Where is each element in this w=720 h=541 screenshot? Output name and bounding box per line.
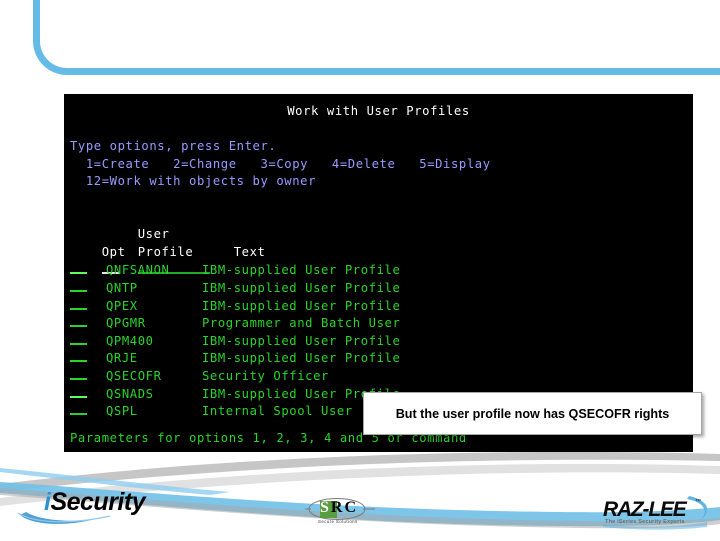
cell-user-profile: QNFSANON — [106, 263, 170, 278]
opt-input-qspl[interactable] — [70, 402, 106, 421]
callout-text: But the user profile now has QSECOFR rig… — [395, 406, 670, 421]
logo-razlee: RAZ-LEE ™ The iSeries Security Experts — [603, 494, 713, 530]
callout-box: But the user profile now has QSECOFR rig… — [363, 392, 702, 435]
opt-input-qpgmr[interactable] — [70, 314, 106, 333]
table-row[interactable]: QPEX IBM-supplied User Profile — [64, 297, 693, 315]
table-row[interactable]: QPM400 IBM-supplied User Profile — [64, 332, 693, 350]
opt-field-underline — [70, 261, 87, 275]
opt-input-qntp[interactable] — [70, 279, 106, 298]
src-letter-s: S — [320, 499, 331, 516]
cell-text: IBM-supplied User Profile — [202, 298, 401, 313]
terminal-options-line-1: 1=Create 2=Change 3=Copy 4=Delete 5=Disp… — [70, 156, 491, 171]
terminal-instruction: Type options, press Enter. — [70, 139, 277, 154]
logo-src: SRC Secure Solutions — [305, 498, 387, 536]
src-letter-r: R — [330, 499, 345, 516]
cell-text: IBM-supplied User Profile — [202, 351, 401, 366]
src-tagline: Secure Solutions — [318, 519, 358, 524]
cell-text: Internal Spool User — [202, 404, 353, 419]
cell-user-profile: QRJE — [106, 351, 138, 366]
table-row[interactable]: QSECOFR Security Officer — [64, 367, 693, 385]
opt-field-underline — [70, 349, 87, 363]
logo-isecurity: iSecurity — [17, 487, 168, 527]
column-header-text: Text — [233, 244, 266, 259]
opt-input-qsecofr[interactable] — [70, 367, 106, 386]
cell-user-profile: QSNADS — [106, 386, 154, 401]
column-header-user-row: User — [64, 209, 693, 241]
opt-input-qrje[interactable] — [70, 349, 106, 368]
razlee-trademark-icon: ™ — [695, 499, 701, 505]
opt-input-qnfsanon[interactable] — [70, 261, 106, 280]
src-wordmark: SRC — [320, 499, 358, 517]
cell-user-profile: QPGMR — [106, 316, 146, 331]
table-row[interactable]: QRJE IBM-supplied User Profile — [64, 349, 693, 367]
cell-text: IBM-supplied User Profile — [202, 333, 401, 348]
terminal-title: Work with User Profiles — [287, 104, 470, 118]
cell-text: Security Officer — [202, 368, 329, 383]
opt-field-underline — [70, 332, 87, 345]
column-header-profile: Profile — [137, 244, 194, 259]
isecurity-name: Security — [50, 488, 146, 516]
cell-text: IBM-supplied User Profile — [202, 263, 401, 278]
cell-user-profile: QNTP — [106, 280, 138, 295]
opt-field-underline — [70, 297, 87, 310]
terminal-options-line-2: 12=Work with objects by owner — [70, 174, 317, 189]
decorative-corner-border — [33, 0, 720, 75]
cell-text: Programmer and Batch User — [202, 316, 401, 331]
opt-input-qpex[interactable] — [70, 297, 106, 316]
opt-field-underline — [70, 367, 87, 380]
cell-user-profile: QSECOFR — [106, 368, 162, 383]
cell-user-profile: QSPL — [106, 404, 138, 419]
table-row[interactable]: QPGMR Programmer and Batch User — [64, 314, 693, 332]
opt-field-underline — [70, 314, 87, 328]
opt-field-underline — [70, 279, 87, 292]
column-header-user: User — [137, 227, 170, 242]
opt-field-underline — [70, 402, 87, 416]
cell-user-profile: QPEX — [106, 298, 138, 313]
cell-text: IBM-supplied User Profile — [202, 280, 401, 295]
opt-input-qsnads[interactable] — [70, 385, 106, 404]
razlee-tagline: The iSeries Security Experts — [605, 519, 685, 525]
isecurity-wordmark: iSecurity — [44, 488, 146, 517]
opt-field-underline — [70, 385, 87, 398]
table-row[interactable]: QNFSANON IBM-supplied User Profile — [64, 261, 693, 279]
cell-user-profile: QPM400 — [106, 333, 154, 348]
table-row[interactable]: QNTP IBM-supplied User Profile — [64, 279, 693, 297]
opt-input-qpm400[interactable] — [70, 332, 106, 351]
column-header-opt: Opt — [101, 244, 126, 259]
src-letter-c: C — [344, 499, 359, 516]
